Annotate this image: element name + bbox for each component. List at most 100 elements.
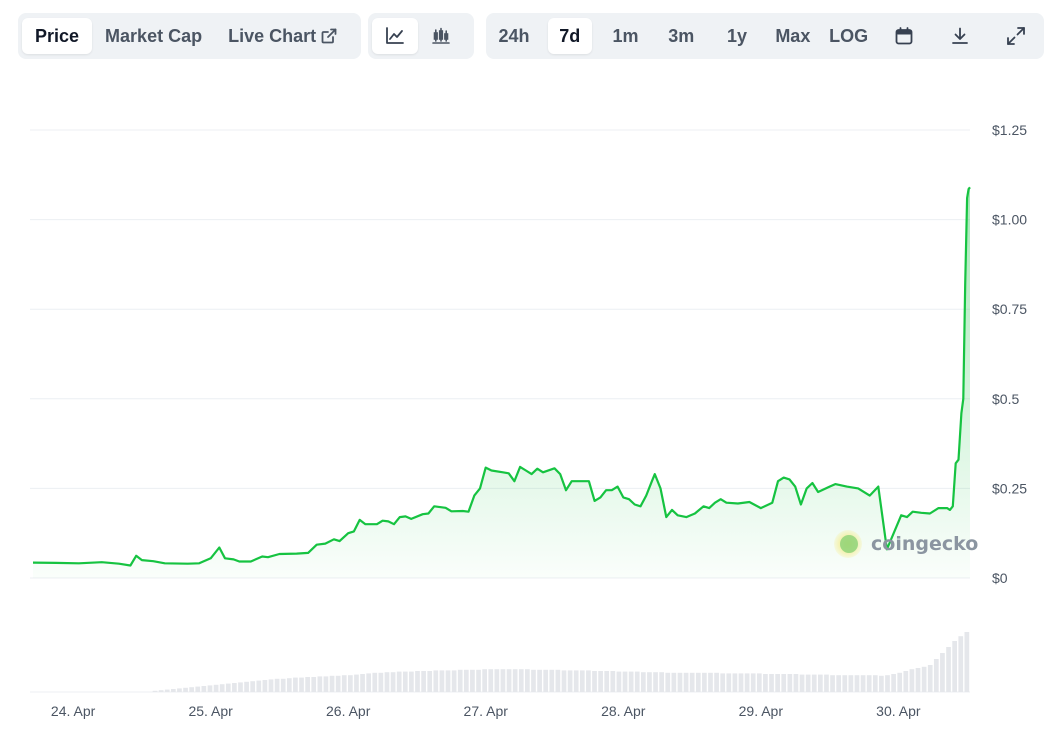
x-tick-label: 26. Apr (326, 703, 371, 719)
volume-bar (421, 671, 426, 692)
volume-bar (317, 676, 323, 692)
fullscreen-icon (1006, 27, 1025, 45)
tab-market-cap-label: Market Cap (105, 25, 203, 46)
coingecko-watermark: coingecko (834, 530, 978, 558)
candlestick-button[interactable] (418, 18, 464, 54)
range-1y-label: 1y (727, 25, 748, 46)
volume-bar (396, 671, 402, 692)
volume-bar (695, 672, 701, 692)
volume-bar (537, 669, 542, 692)
tab-price[interactable]: Price (22, 18, 93, 54)
volume-bar (818, 674, 823, 692)
volume-bar (811, 674, 817, 692)
volume-bar (348, 675, 353, 692)
volume-bar (500, 669, 506, 692)
volume-bar (659, 672, 665, 692)
volume-bar (219, 684, 225, 692)
tab-live-chart-label: Live Chart (228, 25, 317, 46)
y-axis-labels: $0 $0.25 $0.5 $0.75 $1.00 $1.25 (992, 122, 1027, 586)
volume-bar (457, 669, 463, 692)
y-tick-label: $0.75 (992, 301, 1027, 317)
x-axis-labels: 24. Apr 25. Apr 26. Apr 27. Apr 28. Apr 29. A… (51, 703, 921, 719)
volume-bar (830, 675, 835, 692)
range-1m[interactable]: 1m (604, 18, 648, 54)
volume-bar (622, 671, 628, 692)
volume-bar (872, 675, 878, 692)
volume-bar (409, 671, 414, 692)
volume-bar (781, 674, 787, 692)
tab-market-cap[interactable]: Market Cap (92, 18, 215, 54)
candlestick-icon (432, 27, 450, 44)
range-24h[interactable]: 24h (492, 18, 536, 54)
x-tick-label: 24. Apr (51, 703, 96, 719)
volume-bar (579, 670, 585, 692)
volume-bar (225, 683, 231, 692)
volume-bar (305, 677, 310, 692)
volume-bar (518, 669, 524, 692)
volume-bar (726, 673, 732, 692)
volume-bar (189, 687, 195, 692)
volume-bar (341, 675, 347, 692)
volume-bar (573, 670, 579, 692)
price-area-fill (33, 187, 970, 579)
volume-bar (598, 671, 603, 692)
volume-bar (427, 671, 433, 692)
volume-bar (451, 670, 457, 692)
line-chart-button[interactable] (372, 18, 418, 54)
volume-bar (732, 673, 738, 692)
volume-bar (927, 665, 933, 692)
volume-bar (769, 674, 774, 692)
volume-bar (323, 676, 329, 692)
volume-bar (854, 675, 860, 692)
volume-bar (763, 674, 768, 692)
fullscreen-button[interactable] (994, 18, 1038, 54)
tab-price-label: Price (35, 25, 80, 46)
range-1m-label: 1m (612, 25, 639, 46)
range-1y[interactable]: 1y (715, 18, 759, 54)
volume-bar (543, 669, 549, 692)
y-tick-label: $0.25 (992, 480, 1027, 496)
volume-bar (689, 672, 695, 692)
range-max[interactable]: Max (771, 18, 815, 54)
log-scale-toggle[interactable]: LOG (827, 18, 871, 54)
x-tick-label: 30. Apr (876, 703, 921, 719)
volume-bar (653, 672, 658, 692)
volume-bar (775, 674, 780, 692)
volume-bar (244, 681, 249, 692)
volume-bar (940, 653, 945, 692)
volume-bar (640, 672, 646, 692)
volume-bar (921, 666, 927, 692)
watermark-text: coingecko (871, 533, 978, 555)
x-tick-label: 29. Apr (739, 703, 784, 719)
volume-bar (360, 674, 365, 692)
volume-bar (402, 671, 408, 692)
volume-bar (250, 681, 256, 692)
volume-bar (665, 672, 671, 692)
log-scale-label: LOG (829, 25, 869, 46)
volume-bar (604, 671, 610, 692)
volume-bar (262, 680, 268, 692)
calendar-button[interactable] (882, 18, 926, 54)
volume-bar (170, 689, 176, 692)
volume-bar (531, 669, 536, 692)
calendar-icon (895, 27, 913, 45)
volume-bar (720, 673, 726, 692)
range-3m[interactable]: 3m (659, 18, 703, 54)
volume-bar (372, 672, 378, 692)
price-chart[interactable]: $0 $0.25 $0.5 $0.75 $1.00 $1.25 24. Apr 25. Ap… (0, 0, 1056, 731)
range-7d[interactable]: 7d (547, 18, 592, 54)
volume-bar (885, 675, 890, 692)
volume-bar (183, 687, 188, 692)
volume-bar (860, 675, 866, 692)
volume-bar (915, 668, 921, 692)
line-chart-icon (386, 27, 404, 44)
volume-bar (897, 672, 903, 692)
volume-bar (238, 682, 243, 692)
volume-bar (702, 672, 707, 692)
tab-live-chart[interactable]: Live Chart (215, 18, 350, 54)
volume-bar (256, 680, 262, 692)
download-button[interactable] (938, 18, 982, 54)
volume-bar (286, 678, 292, 692)
volume-bar (335, 675, 341, 692)
volume-bar (903, 671, 909, 692)
